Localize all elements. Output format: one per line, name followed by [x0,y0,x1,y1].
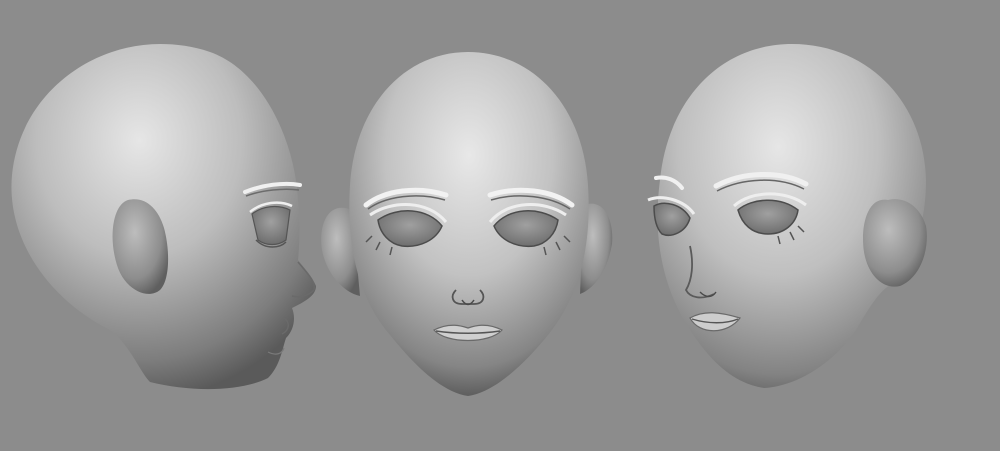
render-canvas [11,44,927,396]
three-quarter-head [647,44,927,388]
tq-ear [863,199,927,287]
front-head [321,52,613,396]
side-profile-head [11,44,316,390]
side-eye [251,205,291,246]
sculpt-viewport [0,0,1000,451]
